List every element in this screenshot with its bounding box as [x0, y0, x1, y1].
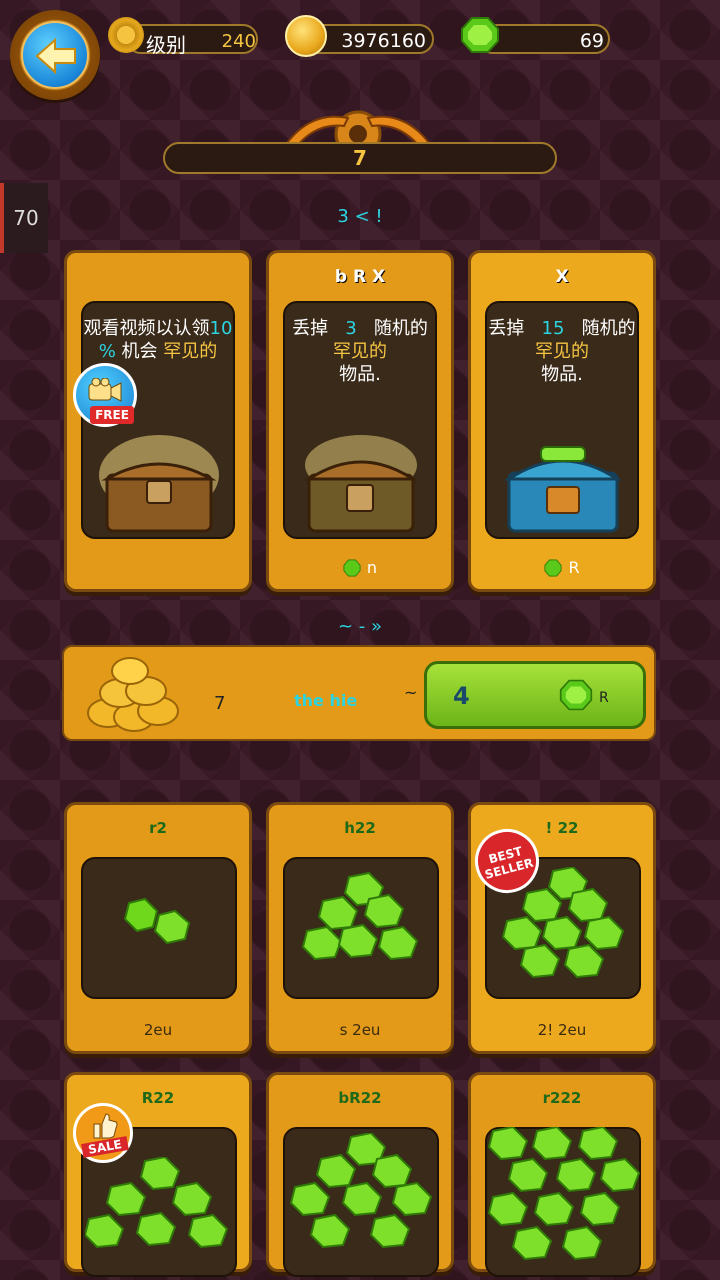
coins-value: 3976160 [341, 30, 426, 52]
exchange-amount: 7 [214, 693, 226, 714]
gem-pack-medium[interactable]: h22 s 2eu [266, 802, 454, 1054]
gear-icon [108, 17, 144, 53]
wooden-chest-icon [99, 435, 219, 533]
sale-badge: SALE [73, 1103, 133, 1163]
treasure-chest-icon [303, 435, 419, 533]
desc-percent: % [98, 341, 116, 362]
desc-text: 物品. [541, 364, 583, 385]
gem-icon [343, 559, 361, 577]
level-label: 级别 [146, 33, 186, 57]
gem-icon [461, 17, 499, 53]
gem-icon [544, 559, 562, 577]
page-title: 7 [163, 142, 557, 174]
desc-rare: 罕见的 [333, 341, 387, 362]
pack-title: r2 [149, 819, 167, 837]
chest-header: X [555, 267, 569, 287]
chest-price: n [269, 558, 451, 578]
desc-text: 机会 [121, 341, 158, 362]
desc-text: 观看视频以认领 [83, 318, 210, 339]
chest-description: 丢掉 15 随机的 罕见的 物品. [471, 317, 653, 386]
chest-price: R [471, 558, 653, 578]
desc-number: 15 [541, 318, 565, 339]
gems-icon [123, 897, 191, 945]
coin-icon [285, 15, 327, 57]
chest-header: b R X [334, 267, 386, 287]
chest-description: 观看视频以认领10 % 机会 罕见的 [67, 317, 249, 363]
gems-pile-icon [289, 1133, 433, 1249]
pack-price: 2eu [143, 1021, 173, 1039]
pack-title: r222 [542, 1089, 582, 1107]
section-label-chests: 3 < ! [337, 206, 383, 227]
gem-pack-large[interactable]: bR22 [266, 1072, 454, 1277]
pack-price: s 2eu [339, 1021, 381, 1039]
chest-card-medium[interactable]: b R X 丢掉 3 随机的 罕见的 物品. n [266, 250, 454, 592]
desc-number: 3 [345, 318, 357, 339]
level-value: 240 [221, 31, 256, 52]
gems-pile-icon [487, 1127, 641, 1261]
desc-rare: 罕见的 [163, 341, 218, 362]
coin-pile-icon [87, 657, 179, 732]
gem-pack-best[interactable]: ! 22 BEST SELLER 2! 2eu [467, 802, 656, 1054]
thumbs-up-icon [93, 1113, 118, 1139]
chest-card-large[interactable]: X 丢掉 15 随机的 罕见的 物品. R [468, 250, 656, 592]
desc-text: 物品. [339, 364, 381, 385]
exchange-label: the hie [294, 691, 358, 710]
gem-pack-huge[interactable]: r222 [468, 1072, 656, 1277]
free-video-badge: FREE [73, 363, 137, 427]
side-tab[interactable]: 70 [0, 183, 48, 253]
desc-text: 丢掉 [488, 318, 525, 339]
gem-pack-small[interactable]: r2 2eu [64, 802, 252, 1054]
pack-title: h22 [344, 819, 376, 837]
chest-price-value: n [366, 557, 378, 577]
desc-text: 随机的 [581, 318, 636, 339]
chest-price-value: R [568, 557, 580, 577]
desc-text: 丢掉 [292, 318, 329, 339]
gem-pack-sale[interactable]: R22 SALE [64, 1072, 252, 1277]
sale-label: SALE [81, 1136, 129, 1158]
coin-exchange-row: 7 the hie ~ : 4 R [62, 645, 656, 741]
back-button[interactable] [10, 10, 100, 100]
desc-number: 10 [209, 318, 233, 339]
back-arrow-icon [21, 21, 89, 89]
desc-rare: 罕见的 [535, 341, 589, 362]
gem-icon [559, 679, 593, 711]
chest-description: 丢掉 3 随机的 罕见的 物品. [269, 317, 451, 386]
desc-text: 随机的 [373, 318, 428, 339]
free-label: FREE [90, 406, 134, 424]
exchange-button-price: R [599, 690, 609, 706]
blue-chest-icon [504, 446, 622, 533]
chest-card-free[interactable]: 观看视频以认领10 % 机会 罕见的 FREE [64, 250, 252, 592]
exchange-buy-button[interactable]: 4 R [424, 661, 646, 729]
gems-pile-icon [301, 871, 419, 961]
gems-value: 69 [579, 30, 604, 52]
video-camera-icon [88, 378, 122, 402]
exchange-button-value: 4 [453, 682, 470, 710]
gems-pile-icon [85, 1157, 229, 1249]
section-label-exchange: ~ - » [337, 616, 383, 637]
pack-price: 2! 2eu [537, 1021, 587, 1039]
pack-title: bR22 [338, 1089, 382, 1107]
